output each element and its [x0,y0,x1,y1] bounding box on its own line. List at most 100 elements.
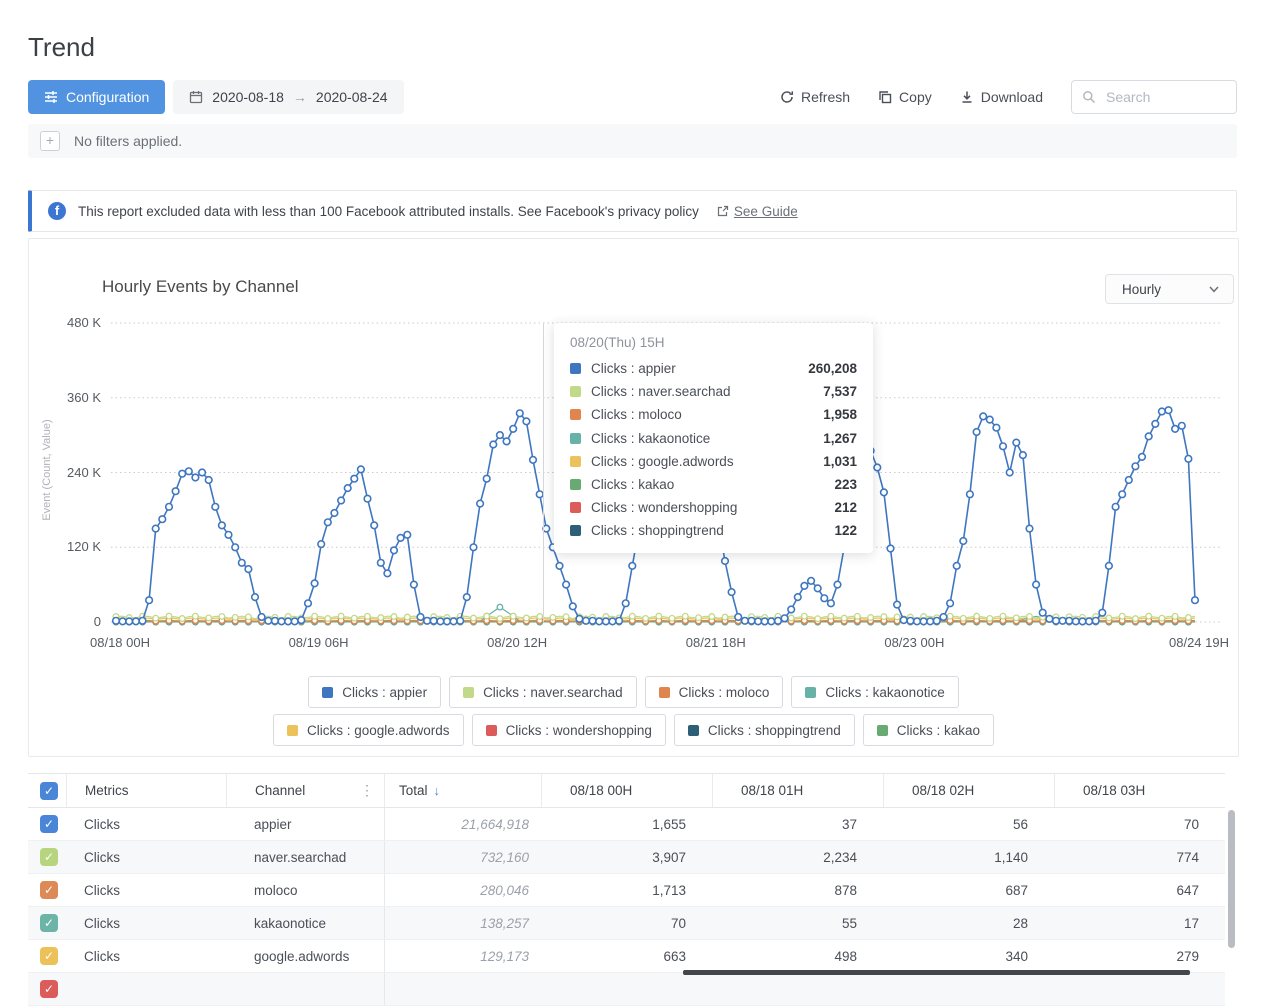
download-label: Download [981,89,1043,105]
data-point [126,618,133,625]
data-point [417,614,424,621]
refresh-button[interactable]: Refresh [780,89,850,105]
interval-select[interactable]: Hourly [1105,274,1234,304]
configuration-button[interactable]: Configuration [28,80,165,114]
data-point [172,488,179,495]
filter-bar: + No filters applied. [28,124,1237,158]
plus-icon: + [46,132,54,148]
legend-label: Clicks : moloco [679,685,770,700]
data-point [1073,618,1080,625]
legend-label: Clicks : google.adwords [307,723,450,738]
data-point [1146,613,1152,619]
column-header-hour[interactable]: 08/18 03H [1054,774,1225,807]
row-checkbox[interactable] [40,980,58,998]
data-point [152,525,159,532]
data-point [583,618,590,625]
data-point [1172,426,1179,433]
data-point [550,615,556,621]
column-header-total[interactable]: Total ↓ [384,774,541,807]
legend-item[interactable]: Clicks : moloco [645,676,784,708]
data-point [497,604,503,610]
kebab-icon[interactable]: ⋮ [360,782,374,799]
data-point [649,485,656,492]
column-header-hour[interactable]: 08/18 00H [541,774,712,807]
data-point [364,495,371,502]
hour-cell: 3,907 [541,841,712,873]
row-checkbox[interactable] [40,914,58,932]
column-header-metrics[interactable]: Metrics [66,774,226,807]
data-point [781,615,788,622]
data-point [497,432,504,439]
legend-item[interactable]: Clicks : wondershopping [472,714,666,746]
toolbar: Configuration 2020-08-18 → 2020-08-24 Re… [28,80,1237,114]
row-checkbox-cell [28,874,66,906]
horizontal-scrollbar-thumb[interactable] [683,970,1190,975]
legend-item[interactable]: Clicks : shoppingtrend [674,714,855,746]
legend-row: Clicks : google.adwords Clicks : wondersh… [29,714,1238,746]
chevron-down-icon [1209,286,1219,293]
row-checkbox[interactable] [40,848,58,866]
data-point [252,594,259,601]
data-point [722,614,728,620]
data-point [119,618,126,625]
column-header-hour[interactable]: 08/18 01H [712,774,883,807]
data-point [761,618,768,625]
see-guide-link[interactable]: See Guide [717,204,798,219]
data-point [312,613,318,619]
data-point [973,429,980,436]
data-point [470,544,477,551]
data-point [212,504,219,511]
data-point [609,618,616,625]
data-point [239,560,246,567]
column-header-hour[interactable]: 08/18 02H [883,774,1054,807]
row-checkbox[interactable] [40,815,58,833]
x-axis-tick: 08/23 00H [869,635,959,650]
interval-select-value: Hourly [1122,282,1209,297]
row-checkbox[interactable] [40,947,58,965]
data-point [510,426,517,433]
data-point [855,614,861,620]
legend-swatch [287,725,298,736]
data-point [146,597,153,604]
add-filter-button[interactable]: + [40,131,60,151]
search-input[interactable] [1104,88,1218,106]
chart-plot-area[interactable] [111,313,1222,643]
vertical-scrollbar-thumb[interactable] [1228,810,1235,948]
data-point [907,618,914,625]
table-row: Clicksnaver.searchad732,1603,9072,2341,1… [28,841,1225,874]
data-point [735,614,742,621]
legend-item[interactable]: Clicks : kakao [863,714,994,746]
legend-label: Clicks : naver.searchad [483,685,623,700]
data-point [914,618,921,625]
data-point [861,452,868,459]
data-point [457,618,464,625]
data-point [536,491,543,498]
data-point [258,614,265,621]
legend-label: Clicks : kakao [897,723,980,738]
data-point [1086,618,1093,625]
legend-item[interactable]: Clicks : appier [308,676,441,708]
data-point [881,489,888,496]
legend-item[interactable]: Clicks : kakaonotice [791,676,958,708]
legend-item[interactable]: Clicks : google.adwords [273,714,464,746]
column-header-channel[interactable]: Channel ⋮ [226,774,384,807]
search-box[interactable] [1071,80,1237,114]
data-point [1172,614,1178,620]
data-point [867,447,874,454]
data-point [920,618,927,625]
row-checkbox[interactable] [40,881,58,899]
data-point [384,570,391,577]
data-point [1159,615,1165,621]
date-range-button[interactable]: 2020-08-18 → 2020-08-24 [173,80,403,114]
data-point [1014,615,1020,621]
hour-cell: 1,655 [541,808,712,840]
data-point [643,616,649,622]
download-button[interactable]: Download [960,89,1043,105]
data-point [272,618,279,625]
copy-label: Copy [899,89,932,105]
select-all-checkbox[interactable] [40,782,58,800]
copy-button[interactable]: Copy [878,89,932,105]
x-axis-tick: 08/21 18H [671,635,761,650]
legend-item[interactable]: Clicks : naver.searchad [449,676,637,708]
data-point [1046,616,1053,623]
